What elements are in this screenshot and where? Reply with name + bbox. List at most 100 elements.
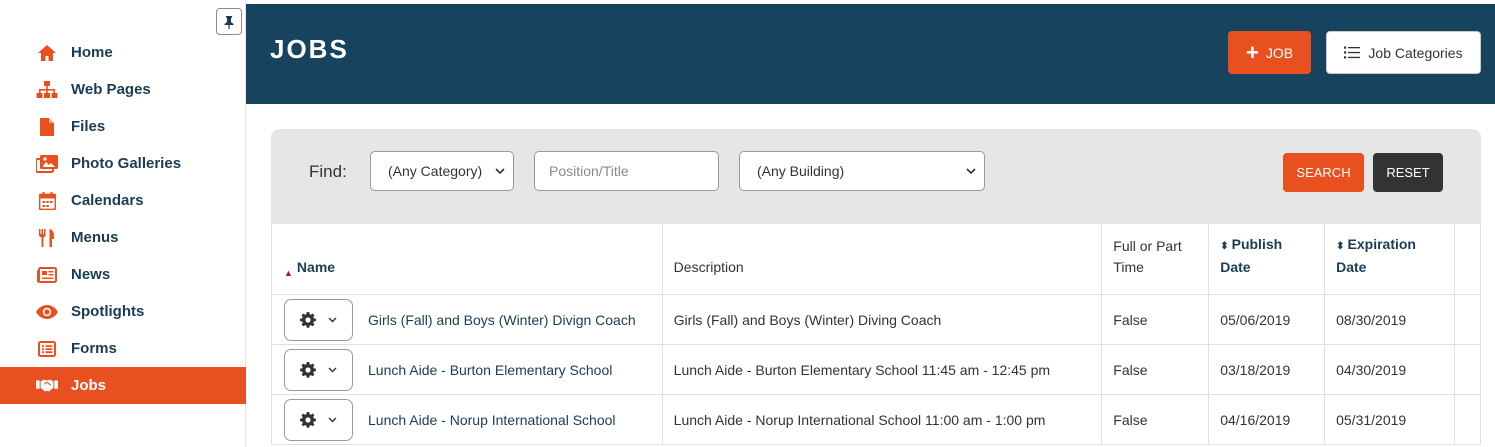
table-row: Lunch Aide - Burton Elementary School Lu… bbox=[272, 345, 1481, 395]
position-title-input[interactable]: Position/Title bbox=[534, 151, 719, 191]
sidebar-item-calendars[interactable]: Calendars bbox=[0, 182, 246, 219]
pin-sidebar-button[interactable] bbox=[216, 8, 242, 35]
sidebar-item-spotlights[interactable]: Spotlights bbox=[0, 293, 246, 330]
gear-icon bbox=[300, 311, 316, 328]
calendar-icon bbox=[36, 190, 58, 212]
name-cell: Lunch Aide - Burton Elementary School bbox=[272, 345, 663, 394]
sidebar-item-label: Calendars bbox=[71, 192, 144, 209]
sidebar-nav: Home Web Pages Files Photo Galleries Cal… bbox=[0, 34, 246, 404]
job-name-link[interactable]: Girls (Fall) and Boys (Winter) Divign Co… bbox=[368, 312, 636, 328]
sidebar-item-news[interactable]: News bbox=[0, 256, 246, 293]
name-cell: Lunch Aide - Norup International School bbox=[272, 395, 663, 444]
category-select[interactable]: (Any Category) bbox=[370, 151, 514, 191]
sidebar-item-photo-galleries[interactable]: Photo Galleries bbox=[0, 145, 246, 182]
description-cell: Girls (Fall) and Boys (Winter) Diving Co… bbox=[663, 295, 1103, 344]
sidebar-item-label: Spotlights bbox=[71, 303, 145, 320]
extra-column-header bbox=[1455, 224, 1481, 294]
chevron-down-icon bbox=[495, 164, 505, 181]
chevron-down-icon bbox=[328, 367, 337, 373]
sidebar-item-label: News bbox=[71, 266, 111, 283]
sidebar-item-label: Forms bbox=[71, 340, 117, 357]
row-actions-button[interactable] bbox=[284, 298, 353, 341]
sidebar-item-web-pages[interactable]: Web Pages bbox=[0, 71, 246, 108]
gear-icon bbox=[300, 361, 316, 378]
page-title: JOBS bbox=[270, 34, 349, 64]
building-select-value: (Any Building) bbox=[757, 163, 845, 179]
expiration-date-cell: 05/31/2019 bbox=[1325, 395, 1455, 444]
images-icon bbox=[36, 153, 58, 175]
list-icon bbox=[1344, 46, 1361, 59]
row-actions-button[interactable] bbox=[284, 398, 353, 441]
job-name-link[interactable]: Lunch Aide - Norup International School bbox=[368, 412, 616, 428]
chevron-down-icon bbox=[328, 317, 337, 323]
publish-date-column-header[interactable]: ⬍ Publish Date bbox=[1209, 224, 1326, 294]
add-job-button[interactable]: + JOB bbox=[1228, 31, 1311, 74]
full-part-time-cell: False bbox=[1102, 345, 1210, 394]
eye-icon bbox=[36, 301, 58, 323]
sort-ascending-icon: ▲ bbox=[284, 268, 293, 278]
row-actions-button[interactable] bbox=[284, 348, 353, 391]
full-part-time-cell: False bbox=[1102, 395, 1210, 444]
table-row: Girls (Fall) and Boys (Winter) Divign Co… bbox=[272, 295, 1481, 345]
category-select-value: (Any Category) bbox=[388, 163, 483, 179]
sidebar-item-label: Jobs bbox=[71, 377, 107, 394]
publish-date-label-line1: Publish bbox=[1231, 236, 1283, 252]
full-part-time-column-header: Full or Part Time bbox=[1102, 224, 1210, 294]
publish-date-cell: 04/16/2019 bbox=[1209, 395, 1326, 444]
extra-cell bbox=[1455, 295, 1481, 344]
full-part-time-cell: False bbox=[1102, 295, 1210, 344]
full-part-time-label-line2: Time bbox=[1113, 259, 1144, 275]
sidebar-item-label: Home bbox=[71, 44, 113, 61]
table-header-row: ▲ Name Description Full or Part Time ⬍ Pu… bbox=[272, 224, 1481, 295]
handshake-icon bbox=[36, 375, 58, 397]
list-alt-icon bbox=[36, 338, 58, 360]
chevron-down-icon bbox=[328, 417, 337, 423]
reset-button[interactable]: RESET bbox=[1373, 153, 1443, 192]
name-cell: Girls (Fall) and Boys (Winter) Divign Co… bbox=[272, 295, 663, 344]
find-label: Find: bbox=[309, 162, 347, 181]
search-button[interactable]: SEARCH bbox=[1283, 153, 1364, 192]
expiration-date-cell: 04/30/2019 bbox=[1325, 345, 1455, 394]
name-column-header[interactable]: ▲ Name bbox=[272, 224, 663, 294]
utensils-icon bbox=[36, 227, 58, 249]
name-column-label: Name bbox=[296, 259, 336, 275]
pin-icon bbox=[224, 15, 234, 29]
publish-date-cell: 03/18/2019 bbox=[1209, 345, 1326, 394]
publish-date-column-label: ⬍ Publish Date bbox=[1220, 234, 1282, 278]
expiration-date-label-line2: Date bbox=[1336, 259, 1367, 275]
sidebar-item-files[interactable]: Files bbox=[0, 108, 246, 145]
app-window: Home Web Pages Files Photo Galleries Cal… bbox=[0, 0, 1495, 447]
description-column-label: Description bbox=[673, 259, 744, 275]
sort-icon: ⬍ bbox=[1220, 241, 1229, 252]
expiration-date-label-line1: Expiration bbox=[1347, 236, 1416, 252]
sidebar-item-label: Photo Galleries bbox=[71, 155, 182, 172]
add-job-label: JOB bbox=[1265, 44, 1294, 61]
job-name-link[interactable]: Lunch Aide - Burton Elementary School bbox=[368, 362, 612, 378]
sidebar-item-label: Menus bbox=[71, 229, 119, 246]
file-icon bbox=[36, 116, 58, 138]
sidebar: Home Web Pages Files Photo Galleries Cal… bbox=[0, 0, 246, 447]
chevron-down-icon bbox=[966, 164, 976, 181]
sort-icon: ⬍ bbox=[1336, 241, 1345, 252]
sidebar-item-forms[interactable]: Forms bbox=[0, 330, 246, 367]
expiration-date-column-header[interactable]: ⬍ Expiration Date bbox=[1325, 224, 1456, 294]
sidebar-item-label: Web Pages bbox=[71, 81, 151, 98]
job-categories-button[interactable]: Job Categories bbox=[1326, 31, 1481, 74]
description-cell: Lunch Aide - Norup International School … bbox=[663, 395, 1103, 444]
table-row: Lunch Aide - Norup International School … bbox=[272, 395, 1481, 445]
sidebar-item-menus[interactable]: Menus bbox=[0, 219, 246, 256]
extra-cell bbox=[1455, 345, 1481, 394]
description-column-header: Description bbox=[663, 224, 1103, 294]
full-part-time-label-line1: Full or Part bbox=[1113, 238, 1182, 254]
expiration-date-cell: 08/30/2019 bbox=[1325, 295, 1455, 344]
full-part-time-column-label: Full or Part Time bbox=[1113, 236, 1181, 278]
publish-date-label-line2: Date bbox=[1220, 259, 1251, 275]
sidebar-item-home[interactable]: Home bbox=[0, 34, 246, 71]
page-header: JOBS + JOB Job Categories bbox=[246, 4, 1495, 104]
description-cell: Lunch Aide - Burton Elementary School 11… bbox=[663, 345, 1103, 394]
building-select[interactable]: (Any Building) bbox=[739, 151, 985, 191]
gear-icon bbox=[300, 411, 316, 428]
sidebar-item-jobs[interactable]: Jobs bbox=[0, 367, 246, 404]
expiration-date-column-label: ⬍ Expiration Date bbox=[1336, 234, 1416, 278]
jobs-table: ▲ Name Description Full or Part Time ⬍ Pu… bbox=[271, 224, 1481, 445]
